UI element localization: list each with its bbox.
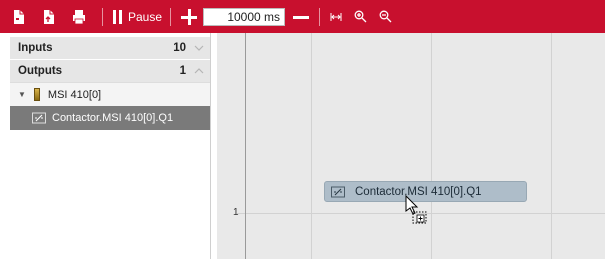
decrease-interval-button[interactable] — [293, 9, 310, 25]
toolbar-separator — [102, 7, 103, 26]
fit-width-icon[interactable] — [330, 12, 342, 22]
inputs-group-header[interactable]: Inputs 10 — [10, 37, 210, 59]
tree-item-selected[interactable]: Contactor.MSI 410[0].Q1 — [10, 106, 210, 130]
increase-interval-button[interactable] — [181, 8, 198, 25]
pause-icon — [113, 9, 122, 24]
chevron-down-icon[interactable] — [194, 43, 204, 53]
toolbar-separator — [170, 7, 172, 26]
export-icon[interactable] — [42, 9, 56, 25]
group-count: 1 — [179, 65, 186, 77]
module-icon — [33, 88, 40, 101]
grid-line — [311, 33, 312, 259]
toolbar: Pause — [0, 0, 605, 33]
grid-line — [551, 33, 552, 259]
new-icon[interactable] — [12, 9, 26, 25]
zoom-out-icon[interactable] — [379, 10, 392, 23]
print-icon[interactable] — [72, 9, 86, 25]
toolbar-separator — [319, 7, 321, 26]
zoom-in-icon[interactable] — [354, 10, 367, 23]
tree-node-label: MSI 410[0] — [47, 88, 102, 101]
expand-triangle-icon[interactable]: ▼ — [18, 90, 26, 99]
group-label: Outputs — [18, 65, 63, 77]
chevron-up-icon[interactable] — [194, 66, 204, 76]
drag-copy-cursor-icon — [405, 195, 427, 224]
y-tick-label: 1 — [233, 207, 239, 218]
signal-panel: Inputs 10 Outputs 1 ▼ MSI 410[0] Contact… — [6, 33, 211, 259]
contactor-icon — [331, 186, 345, 197]
pause-button[interactable]: Pause — [113, 9, 163, 24]
interval-input[interactable] — [203, 7, 286, 26]
outputs-group-header[interactable]: Outputs 1 — [10, 60, 210, 82]
tree-node-module[interactable]: ▼ MSI 410[0] — [10, 82, 210, 106]
group-count: 10 — [173, 42, 186, 54]
group-label: Inputs — [18, 42, 53, 54]
pause-label: Pause — [128, 9, 163, 24]
tree-item-label: Contactor.MSI 410[0].Q1 — [52, 112, 174, 124]
grid-line — [431, 33, 432, 259]
y-axis — [245, 33, 246, 259]
contactor-icon — [32, 112, 46, 124]
signal-plot[interactable]: 1 Contactor.MSI 410[0].Q1 — [217, 33, 605, 259]
